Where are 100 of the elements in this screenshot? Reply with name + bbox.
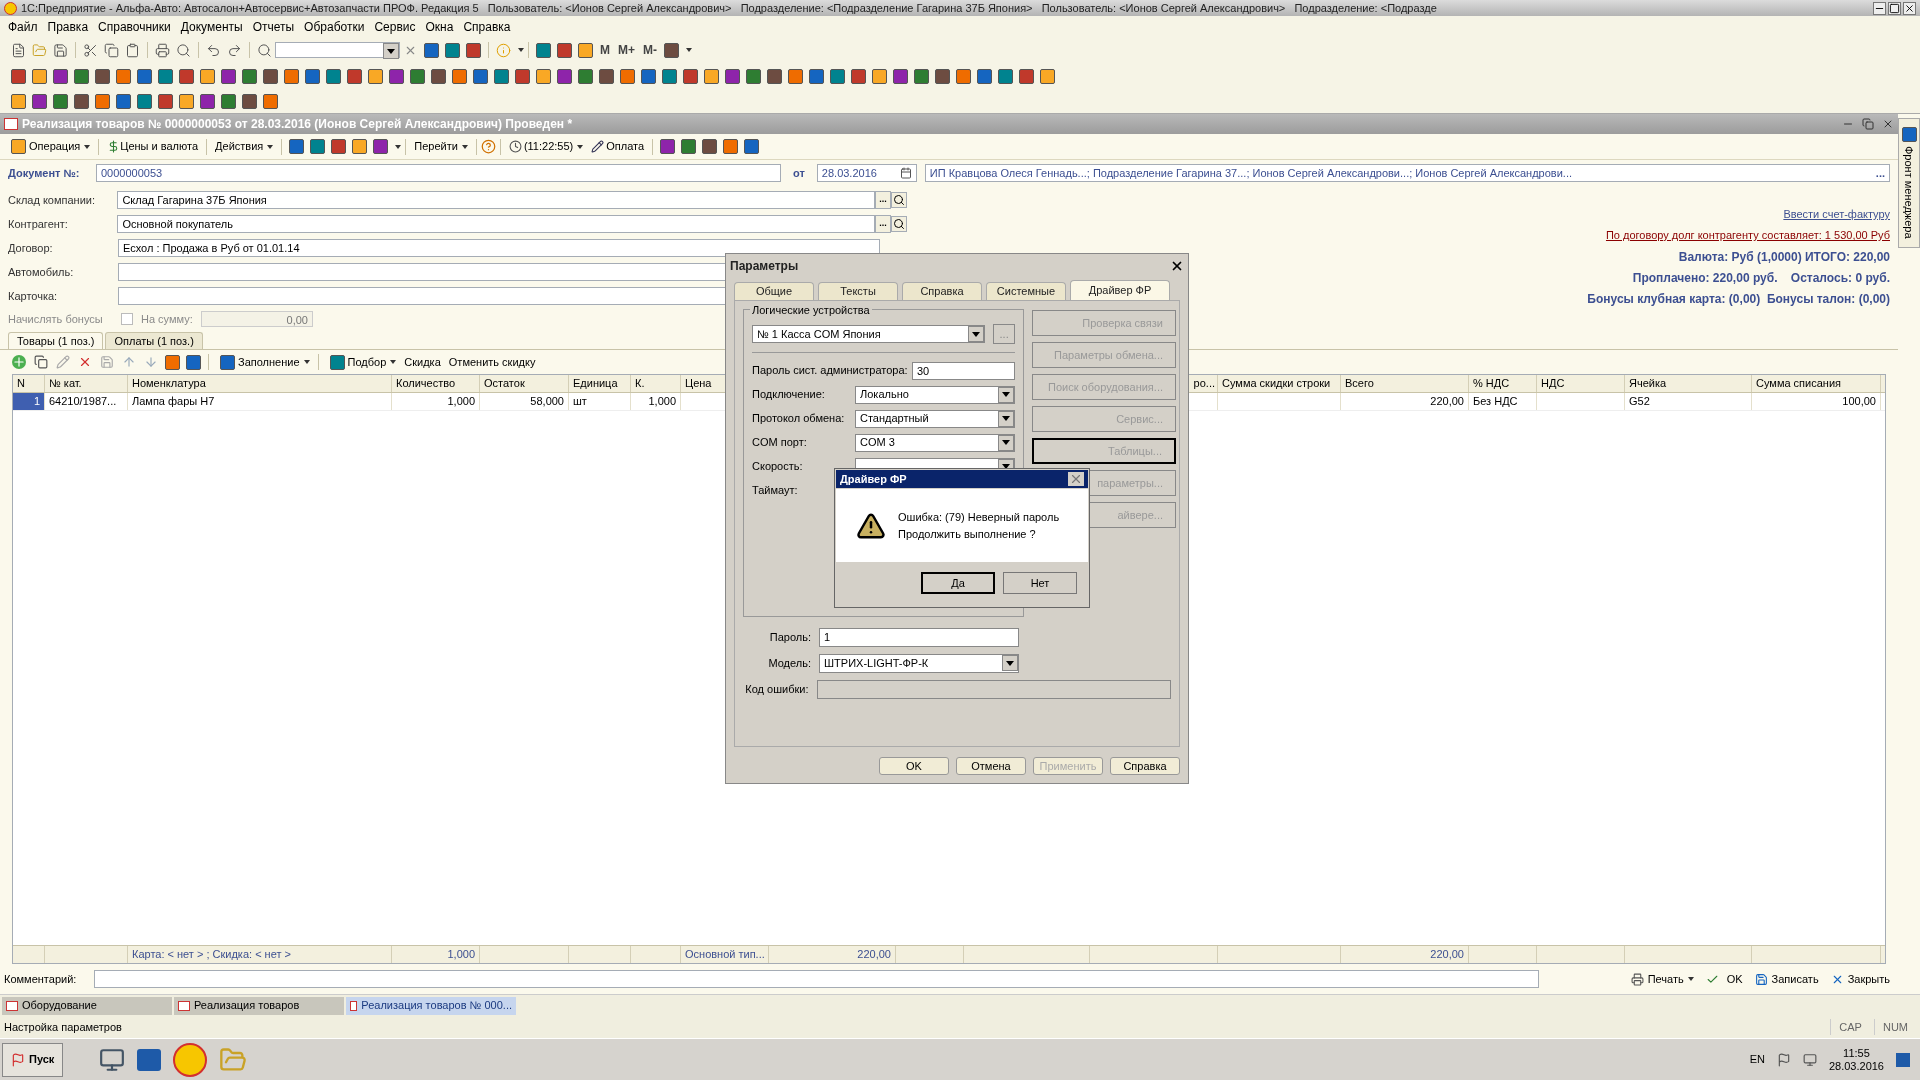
- tool-icon[interactable]: [660, 139, 676, 154]
- search-icon[interactable]: [176, 42, 191, 58]
- undo-icon[interactable]: [206, 42, 221, 58]
- tool-icon[interactable]: [935, 68, 950, 84]
- tool-icon[interactable]: [11, 139, 26, 154]
- tool-icon[interactable]: [242, 68, 257, 84]
- tool-icon[interactable]: [515, 68, 530, 84]
- date-field[interactable]: 28.03.2016: [816, 164, 917, 182]
- tool-icon[interactable]: [536, 68, 551, 84]
- tool-icon[interactable]: [116, 68, 131, 84]
- tool-icon[interactable]: [329, 354, 345, 370]
- input-field[interactable]: 30: [912, 361, 1015, 380]
- close-icon[interactable]: [1882, 118, 1894, 130]
- fill-menu[interactable]: Заполнение: [213, 352, 314, 372]
- menu-item[interactable]: Отчеты: [252, 18, 295, 36]
- tool-icon[interactable]: [326, 68, 341, 84]
- tool-icon[interactable]: [599, 68, 614, 84]
- menu-item[interactable]: Сервис: [374, 18, 416, 36]
- search-icon[interactable]: [891, 216, 907, 232]
- flag-icon[interactable]: [1776, 1052, 1791, 1067]
- help-icon[interactable]: [480, 139, 496, 154]
- tool-icon[interactable]: [956, 68, 971, 84]
- tool-icon[interactable]: [263, 68, 278, 84]
- minimize-icon[interactable]: [1873, 1, 1886, 15]
- combo-field[interactable]: Стандартный: [855, 409, 1015, 428]
- tool-icon[interactable]: [578, 42, 593, 58]
- tool-icon[interactable]: [95, 68, 110, 84]
- tool-icon[interactable]: [664, 42, 679, 58]
- memory-button[interactable]: M+: [614, 41, 639, 59]
- tool-icon[interactable]: [473, 68, 488, 84]
- tab[interactable]: Общие: [734, 282, 814, 300]
- tool-icon[interactable]: [310, 139, 326, 154]
- memory-button[interactable]: M: [596, 41, 614, 59]
- add-icon[interactable]: [12, 355, 26, 369]
- tab[interactable]: Тексты: [818, 282, 898, 300]
- tool-icon[interactable]: [683, 68, 698, 84]
- operation-menu[interactable]: Операция: [4, 136, 95, 157]
- delete-icon[interactable]: [78, 355, 92, 369]
- search-field[interactable]: [275, 42, 400, 58]
- cancel-discount-button[interactable]: Отменить скидку: [444, 352, 540, 372]
- tool-icon[interactable]: [11, 94, 26, 109]
- tool-icon[interactable]: [431, 68, 446, 84]
- computer-icon[interactable]: [99, 1046, 126, 1073]
- actions-menu[interactable]: Действия: [211, 136, 278, 157]
- tool-icon[interactable]: [620, 68, 635, 84]
- copy-icon[interactable]: [34, 355, 48, 369]
- tool-icon[interactable]: [289, 139, 305, 154]
- tool-icon[interactable]: [494, 68, 509, 84]
- dialog-button[interactable]: OK: [879, 757, 949, 775]
- tool-icon[interactable]: [389, 68, 404, 84]
- save-icon[interactable]: [53, 42, 68, 58]
- tool-icon[interactable]: [681, 139, 697, 154]
- device-combo[interactable]: № 1 Касса COM Япония: [752, 325, 986, 343]
- tool-icon[interactable]: [557, 42, 572, 58]
- menu-item[interactable]: Окна: [425, 18, 454, 36]
- time-menu[interactable]: (11:22:55): [504, 136, 588, 157]
- tool-icon[interactable]: [746, 68, 761, 84]
- tool-icon[interactable]: [704, 68, 719, 84]
- responsible-field[interactable]: ИП Кравцова Олеся Геннадь...; Подразделение Гагарина 37...; Ионов Сергей Александрови...; Ионов Сергей Александрови... ...: [924, 164, 1890, 182]
- tool-icon[interactable]: [368, 68, 383, 84]
- tool-icon[interactable]: [702, 139, 718, 154]
- memory-button[interactable]: M-: [639, 41, 661, 59]
- tool-icon[interactable]: [424, 42, 439, 58]
- printer-icon[interactable]: [155, 42, 170, 58]
- tool-icon[interactable]: [284, 68, 299, 84]
- tool-icon[interactable]: [352, 139, 368, 154]
- tool-icon[interactable]: [557, 68, 572, 84]
- window-tab[interactable]: Оборудование: [2, 996, 172, 1015]
- discount-button[interactable]: Скидка: [400, 352, 445, 372]
- tool-icon[interactable]: [578, 68, 593, 84]
- tool-icon[interactable]: [331, 139, 347, 154]
- ellipsis-button[interactable]: ...: [1875, 164, 1885, 182]
- combo-field[interactable]: Локально: [855, 385, 1015, 404]
- search-icon[interactable]: [891, 192, 907, 208]
- start-button[interactable]: Пуск: [2, 1042, 64, 1077]
- search-icon[interactable]: [257, 42, 272, 58]
- tool-icon[interactable]: [893, 68, 908, 84]
- tool-icon[interactable]: [221, 68, 236, 84]
- close-icon[interactable]: [1170, 259, 1184, 273]
- tool-icon[interactable]: [977, 68, 992, 84]
- menu-item[interactable]: Обработки: [304, 18, 365, 36]
- tool-icon[interactable]: [305, 68, 320, 84]
- tool-icon[interactable]: [74, 68, 89, 84]
- action-button[interactable]: Закрыть: [1826, 969, 1894, 989]
- tool-icon[interactable]: [53, 68, 68, 84]
- tab[interactable]: Оплаты (1 поз.): [105, 332, 203, 349]
- message-button[interactable]: Да: [921, 572, 995, 594]
- tool-icon[interactable]: [767, 68, 782, 84]
- comment-field[interactable]: [94, 970, 1539, 988]
- tool-icon[interactable]: [410, 68, 425, 84]
- tool-icon[interactable]: [179, 68, 194, 84]
- window-tab[interactable]: Реализация товаров: [174, 996, 344, 1015]
- message-button[interactable]: Нет: [1003, 572, 1077, 594]
- selection-menu[interactable]: Подбор: [322, 352, 401, 372]
- tab[interactable]: Драйвер ФР: [1070, 280, 1170, 300]
- calendar-icon[interactable]: [899, 167, 912, 179]
- tool-icon[interactable]: [137, 68, 152, 84]
- tool-icon[interactable]: [662, 68, 677, 84]
- input-field[interactable]: Есхол : Продажа в Руб от 01.01.14: [118, 239, 880, 257]
- menu-item[interactable]: Справка: [463, 18, 511, 36]
